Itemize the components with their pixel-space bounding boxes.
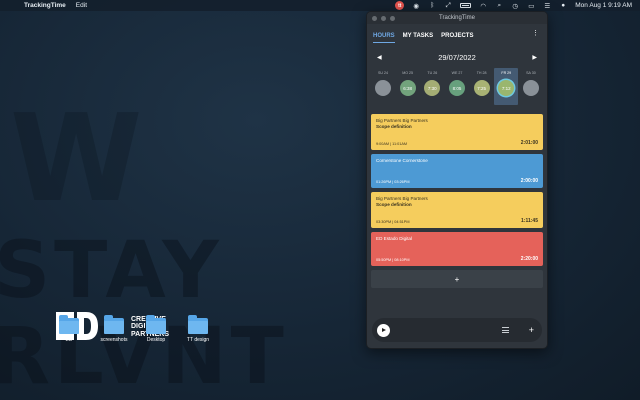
previous-day-icon[interactable]: ◀ bbox=[377, 54, 382, 61]
folder-label: screenshots bbox=[100, 337, 128, 343]
day-mo-25[interactable]: MO 25 6:38 bbox=[396, 68, 420, 108]
day-hours-circle: 7:30 bbox=[424, 80, 441, 96]
control-center-icon[interactable]: ☰ bbox=[543, 2, 551, 10]
siri-icon[interactable]: ● bbox=[559, 2, 567, 9]
task-list-icon[interactable] bbox=[501, 327, 509, 333]
folder-label: Desktop bbox=[146, 337, 166, 343]
day-th-28[interactable]: TH 28 7:25 bbox=[470, 68, 494, 108]
entry-task: Scope definition bbox=[376, 124, 412, 129]
date-navigator: ◀ 29/07/2022 ▶ bbox=[367, 46, 547, 68]
entry-times: 03:30PM | 04:51PM bbox=[376, 220, 410, 224]
day-tu-26[interactable]: TU 26 7:30 bbox=[420, 68, 444, 108]
folder-icon bbox=[188, 315, 208, 334]
day-hours-circle: 7:12 bbox=[498, 80, 515, 96]
time-entry[interactable]: Big Partners Big Partners Scope definitio… bbox=[371, 114, 543, 150]
day-we-27[interactable]: WE 27 8:05 bbox=[445, 68, 469, 108]
entry-duration: 2:20:00 bbox=[520, 256, 538, 262]
day-label: FR 29 bbox=[501, 71, 512, 75]
day-hours-circle: 8:05 bbox=[448, 80, 465, 96]
tab-my-tasks[interactable]: MY TASKS bbox=[403, 24, 433, 46]
more-options-icon[interactable]: ⋮ bbox=[532, 29, 539, 37]
timer-bar: + bbox=[372, 318, 542, 342]
desktop-folder-tt-design[interactable]: TT design bbox=[178, 315, 218, 343]
wallpaper-text-stay: STAY bbox=[0, 226, 223, 316]
tab-bar: HOURS MY TASKS PROJECTS ⋮ bbox=[367, 24, 547, 46]
entry-task: Scope definition bbox=[376, 202, 412, 207]
fullscreen-icon[interactable]: ⤢ bbox=[444, 2, 452, 9]
camera-icon[interactable]: ◉ bbox=[412, 2, 420, 10]
entry-project: Cornerstone Cornerstone bbox=[376, 158, 428, 163]
time-entry[interactable]: Big Partners Big Partners Scope definitio… bbox=[371, 192, 543, 228]
day-sa-30[interactable]: SA 30 bbox=[519, 68, 543, 108]
day-label: SA 30 bbox=[526, 71, 536, 75]
next-day-icon[interactable]: ▶ bbox=[532, 54, 537, 61]
time-entries-list: Big Partners Big Partners Scope definitio… bbox=[367, 114, 547, 266]
desktop-folder-ed[interactable]: ED bbox=[49, 315, 89, 343]
menu-bar: TrackingTime Edit tt ◉ ᛒ ⤢ ◠ ⌕ ◷ ▭ ☰ ● M… bbox=[0, 0, 640, 11]
folder-icon bbox=[146, 315, 166, 334]
menu-app-name[interactable]: TrackingTime bbox=[24, 2, 66, 9]
week-strip: SU 24 MO 25 6:38 TU 26 7:30 WE 27 8:05 TH 28 7:2… bbox=[367, 68, 547, 108]
folder-label: ED bbox=[65, 337, 73, 343]
day-label: TU 26 bbox=[427, 71, 438, 75]
day-label: SU 24 bbox=[378, 71, 388, 75]
add-entry-button[interactable]: + bbox=[371, 270, 543, 288]
day-hours-circle bbox=[522, 80, 539, 96]
entry-times: 05:50PM | 08:10PM bbox=[376, 258, 410, 262]
entry-project: Big Partners Big Partners bbox=[376, 118, 428, 123]
day-su-24[interactable]: SU 24 bbox=[371, 68, 395, 108]
day-label: WE 27 bbox=[451, 71, 463, 75]
day-hours-circle: 6:38 bbox=[399, 80, 416, 96]
entry-duration: 2:00:00 bbox=[520, 178, 538, 184]
day-label: MO 25 bbox=[402, 71, 414, 75]
status-area: tt ◉ ᛒ ⤢ ◠ ⌕ ◷ ▭ ☰ ● Mon Aug 1 9:19 AM bbox=[395, 1, 632, 10]
tab-hours[interactable]: HOURS bbox=[373, 24, 395, 46]
wifi-icon[interactable]: ◠ bbox=[479, 2, 487, 10]
folder-icon bbox=[104, 315, 124, 334]
window-title: TrackingTime bbox=[439, 15, 475, 21]
timer-add-button[interactable]: + bbox=[529, 325, 534, 335]
menu-clock[interactable]: Mon Aug 1 9:19 AM bbox=[575, 2, 632, 9]
day-fr-29[interactable]: FR 29 7:12 bbox=[494, 68, 519, 105]
bluetooth-icon[interactable]: ᛒ bbox=[428, 2, 436, 9]
tab-projects[interactable]: PROJECTS bbox=[441, 24, 473, 46]
day-hours-circle bbox=[375, 80, 391, 96]
folder-icon bbox=[59, 315, 79, 334]
day-label: TH 28 bbox=[476, 71, 487, 75]
menu-edit[interactable]: Edit bbox=[76, 2, 87, 9]
current-date: 29/07/2022 bbox=[438, 52, 476, 62]
play-timer-button[interactable] bbox=[377, 323, 390, 337]
trackingtime-window: TrackingTime HOURS MY TASKS PROJECTS ⋮ ◀… bbox=[366, 11, 548, 349]
search-icon[interactable]: ⌕ bbox=[495, 2, 503, 9]
time-entry[interactable]: Cornerstone Cornerstone 01:26PM | 03:26PM… bbox=[371, 154, 543, 188]
desktop-folder-screenshots[interactable]: screenshots bbox=[94, 315, 134, 343]
desktop-folder-desktop[interactable]: Desktop bbox=[136, 315, 176, 343]
entry-duration: 1:11:45 bbox=[521, 218, 538, 224]
entry-project: Big Partners Big Partners bbox=[376, 196, 428, 201]
time-entry[interactable]: ED Estado Digital 05:50PM | 08:10PM 2:20:0… bbox=[371, 232, 543, 266]
screen-mirroring-icon[interactable]: ▭ bbox=[527, 2, 535, 10]
window-titlebar: TrackingTime bbox=[367, 12, 547, 24]
clock-icon[interactable]: ◷ bbox=[511, 2, 519, 10]
folder-label: TT design bbox=[186, 337, 210, 343]
day-hours-circle: 7:25 bbox=[473, 80, 490, 96]
entry-times: 9:00AM | 11:01AM bbox=[376, 142, 408, 146]
entry-duration: 2:01:00 bbox=[520, 140, 538, 146]
entry-project: ED Estado Digital bbox=[376, 236, 413, 241]
entry-times: 01:26PM | 03:26PM bbox=[376, 180, 410, 184]
wallpaper-graphic: W bbox=[10, 90, 143, 229]
battery-icon[interactable] bbox=[460, 3, 472, 8]
trackingtime-status-icon[interactable]: tt bbox=[395, 1, 405, 10]
